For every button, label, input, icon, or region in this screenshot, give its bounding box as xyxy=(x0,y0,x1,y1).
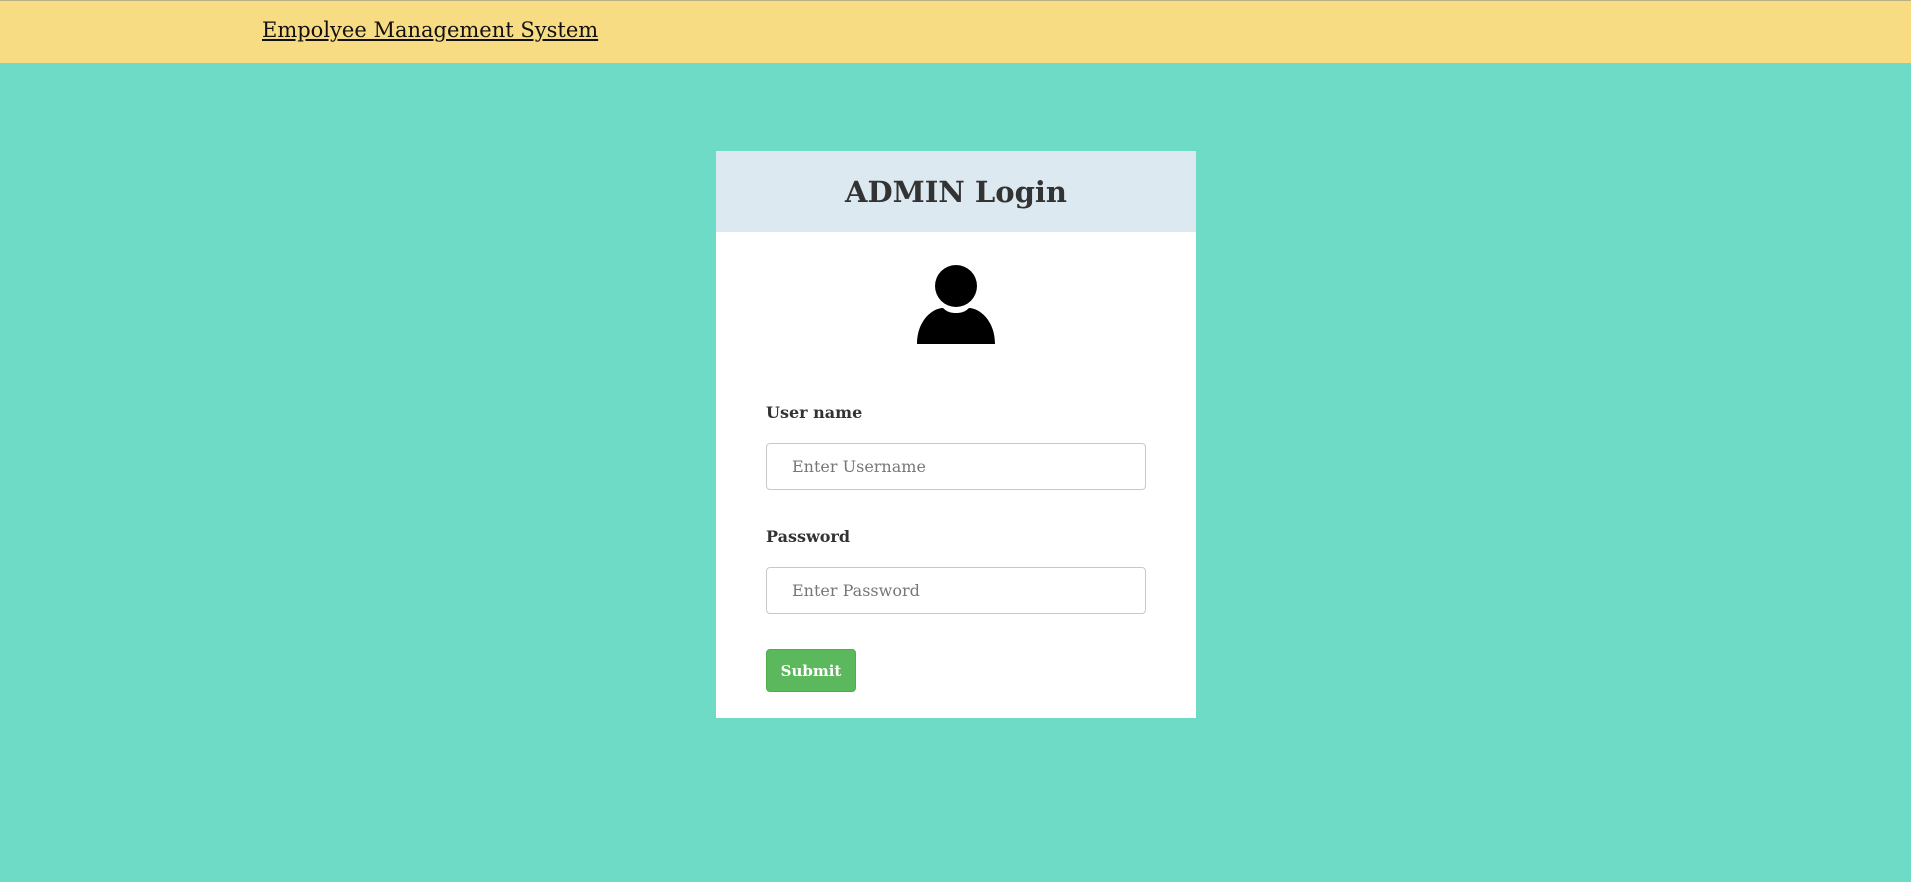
login-title: ADMIN Login xyxy=(844,174,1068,209)
password-input[interactable] xyxy=(766,567,1146,614)
username-input[interactable] xyxy=(766,443,1146,490)
avatar xyxy=(716,264,1196,344)
username-label: User name xyxy=(766,403,863,422)
submit-button[interactable]: Submit xyxy=(766,649,856,692)
top-navbar: Empolyee Management System xyxy=(0,0,1911,63)
brand-link[interactable]: Empolyee Management System xyxy=(262,18,598,42)
login-card: ADMIN Login User name Password Submit xyxy=(716,151,1196,718)
password-label: Password xyxy=(766,527,851,546)
user-icon xyxy=(917,265,995,344)
login-card-header: ADMIN Login xyxy=(716,151,1196,232)
